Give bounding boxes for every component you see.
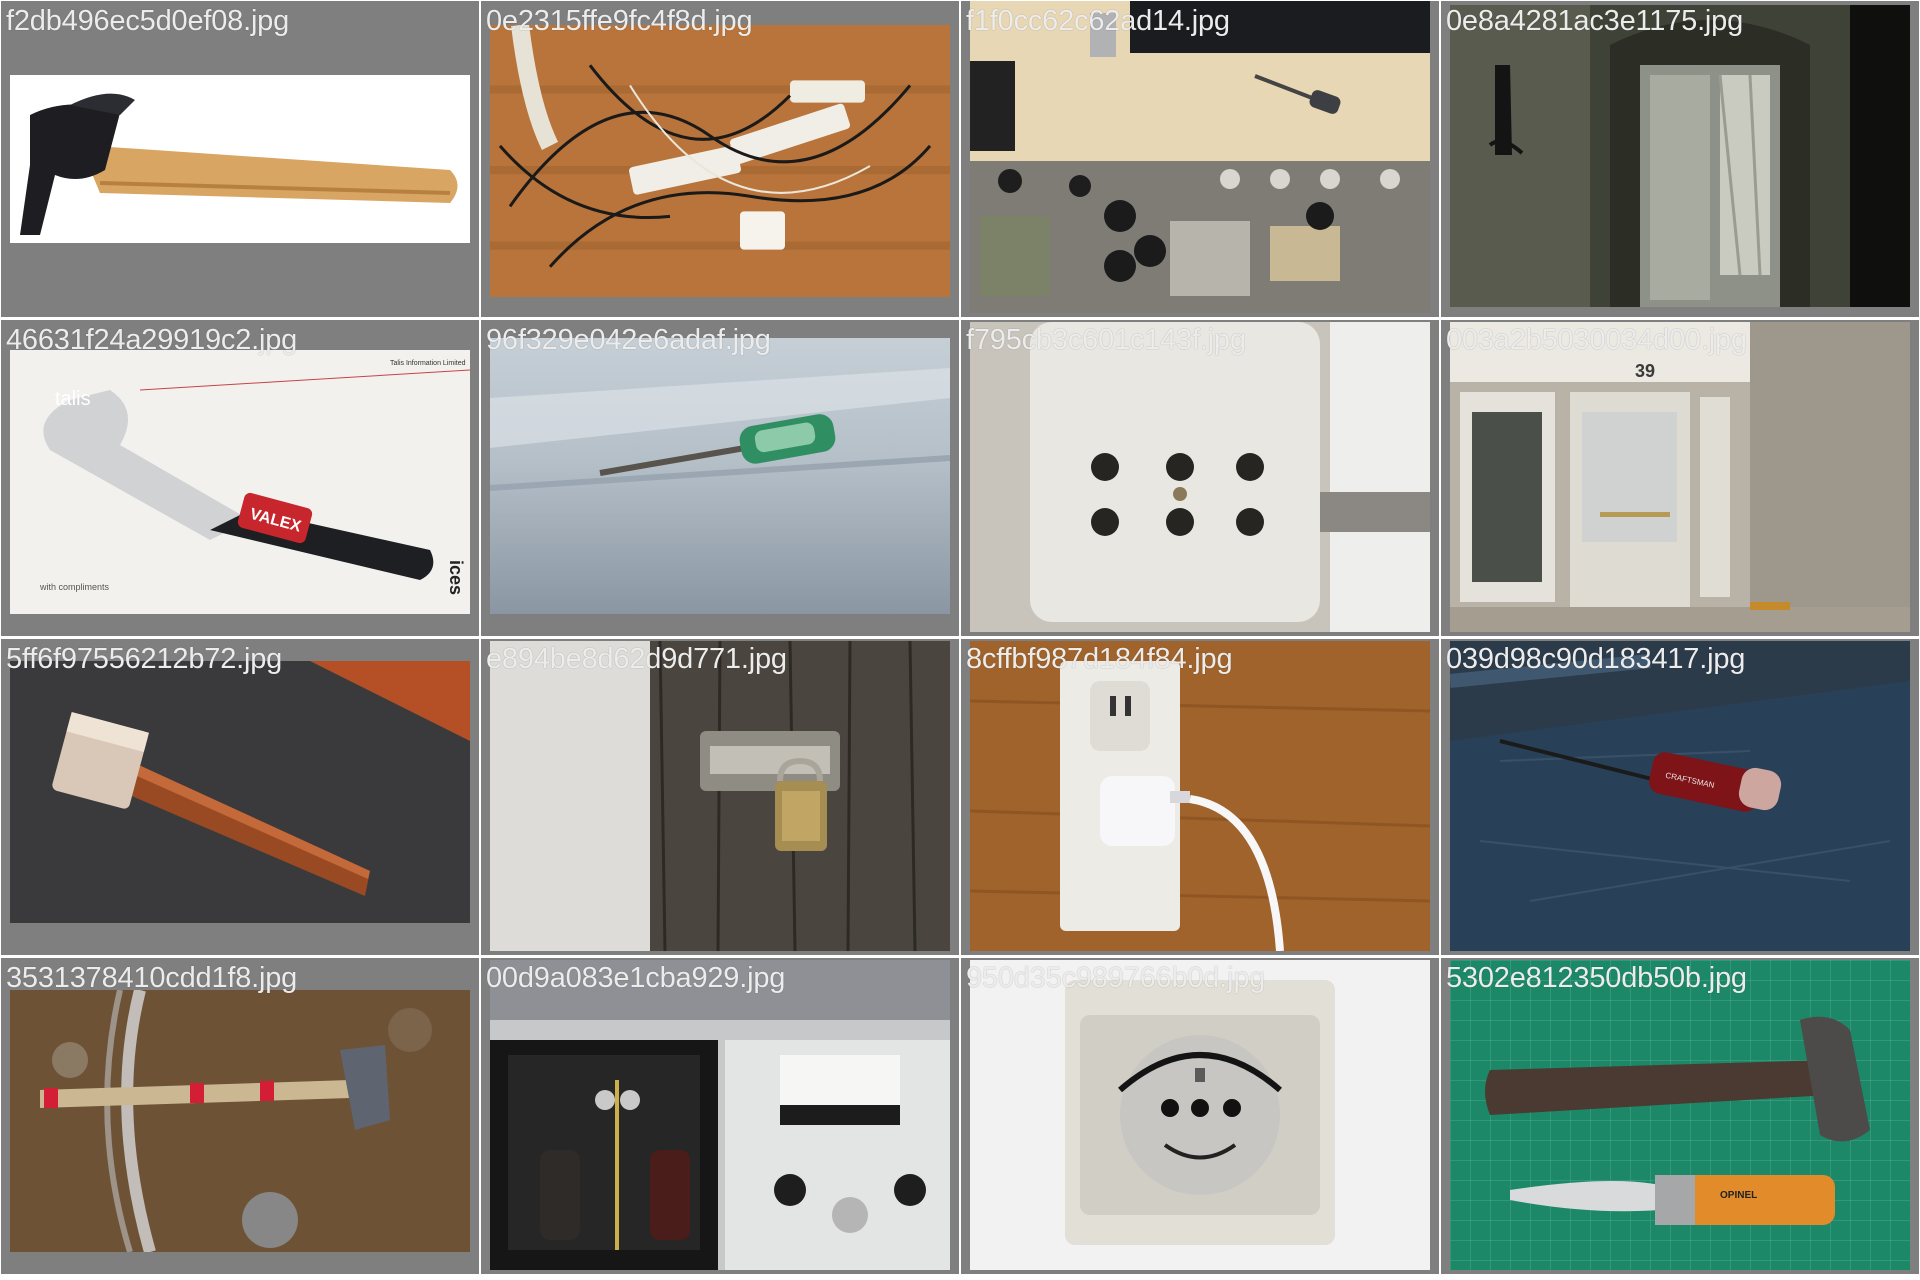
image-filename: 46631f24a29919c2.jpg [6,324,298,356]
image-filename: 3531378410cdd1f8.jpg [6,962,298,994]
mallet-icon [10,661,470,923]
wall-outlet-charger-icon [970,641,1430,951]
flathead-screwdriver-icon [490,338,950,614]
image-filename: 5ff6f97556212b72.jpg [6,643,283,675]
image-tile[interactable]: f1f0cc62c62ad14.jpg [961,1,1439,317]
dark-doorway-icon [1450,5,1910,307]
image-tile[interactable]: 039d98c90d183417.jpg CRAFTSMAN [1441,639,1919,955]
sledge-hammer-on-soil-icon [10,990,470,1252]
image-tile[interactable]: 96f329e042e6adaf.jpg [481,320,959,636]
image-tile[interactable]: 00d9a083e1cba929.jpg [481,958,959,1274]
svg-text:39: 39 [1635,361,1655,381]
svg-text:ices: ices [446,560,466,595]
image-filename: 003a2b5030034d00.jpg [1446,324,1747,356]
image-filename: 00d9a083e1cba929.jpg [486,962,786,994]
swiss-socket-icon [970,322,1430,632]
image-tile[interactable]: 0e8a4281ac3e1175.jpg [1441,1,1919,317]
image-filename: 0e8a4281ac3e1175.jpg [1446,5,1744,37]
image-grid: f2db496ec5d0ef08.jpg 0e2315ffe9fc4f8d.jp… [0,0,1920,1280]
svg-text:OPINEL: OPINEL [1720,1190,1757,1201]
image-filename: 950d35c989766b0d.jpg [966,962,1266,994]
red-handle-screwdriver-icon: CRAFTSMAN [1450,641,1910,951]
wrench-on-card-icon: Talis Information Limited VALEX talis wi… [10,350,470,614]
image-tile[interactable]: 46631f24a29919c2.jpg Talis Information L… [1,320,479,636]
image-filename: f1f0cc62c62ad14.jpg [966,5,1230,37]
svg-text:talis: talis [55,388,91,410]
image-tile[interactable]: 950d35c989766b0d.jpg [961,958,1439,1274]
image-filename: f2db496ec5d0ef08.jpg [6,5,290,37]
image-tile[interactable]: 3531378410cdd1f8.jpg [1,958,479,1274]
image-filename: 8cffbf987d184f84.jpg [966,643,1233,675]
image-filename: e894be8d62d9d771.jpg [486,643,787,675]
claw-hammer-icon [10,75,470,243]
svg-text:Talis Information Limited: Talis Information Limited [390,360,466,367]
image-tile[interactable]: e894be8d62d9d771.jpg [481,639,959,955]
smiley-socket-icon [970,960,1430,1270]
image-filename: 039d98c90d183417.jpg [1446,643,1746,675]
power-strip-cables-icon [490,25,950,297]
image-tile[interactable]: f2db496ec5d0ef08.jpg [1,1,479,317]
image-filename: 96f329e042e6adaf.jpg [486,324,771,356]
amplifier-chassis-screwdriver-icon [970,1,1430,313]
image-filename: 5302e812350db50b.jpg [1446,962,1747,994]
meter-instrument-box-icon [490,960,950,1270]
image-tile[interactable]: 5302e812350db50b.jpg OPINEL [1441,958,1919,1274]
image-tile[interactable]: 003a2b5030034d00.jpg 39 [1441,320,1919,636]
building-entrance-doors-icon: 39 [1450,322,1910,632]
image-tile[interactable]: f795cb3c601c143f.jpg [961,320,1439,636]
image-tile[interactable]: 0e2315ffe9fc4f8d.jpg [481,1,959,317]
image-filename: 0e2315ffe9fc4f8d.jpg [486,5,753,37]
image-filename: f795cb3c601c143f.jpg [966,324,1246,356]
hammer-and-knife-icon: OPINEL [1450,960,1910,1270]
padlock-on-barrel-bolt-icon [490,641,950,951]
image-tile[interactable]: 8cffbf987d184f84.jpg [961,639,1439,955]
svg-text:with compliments: with compliments [39,582,110,592]
image-tile[interactable]: 5ff6f97556212b72.jpg [1,639,479,955]
